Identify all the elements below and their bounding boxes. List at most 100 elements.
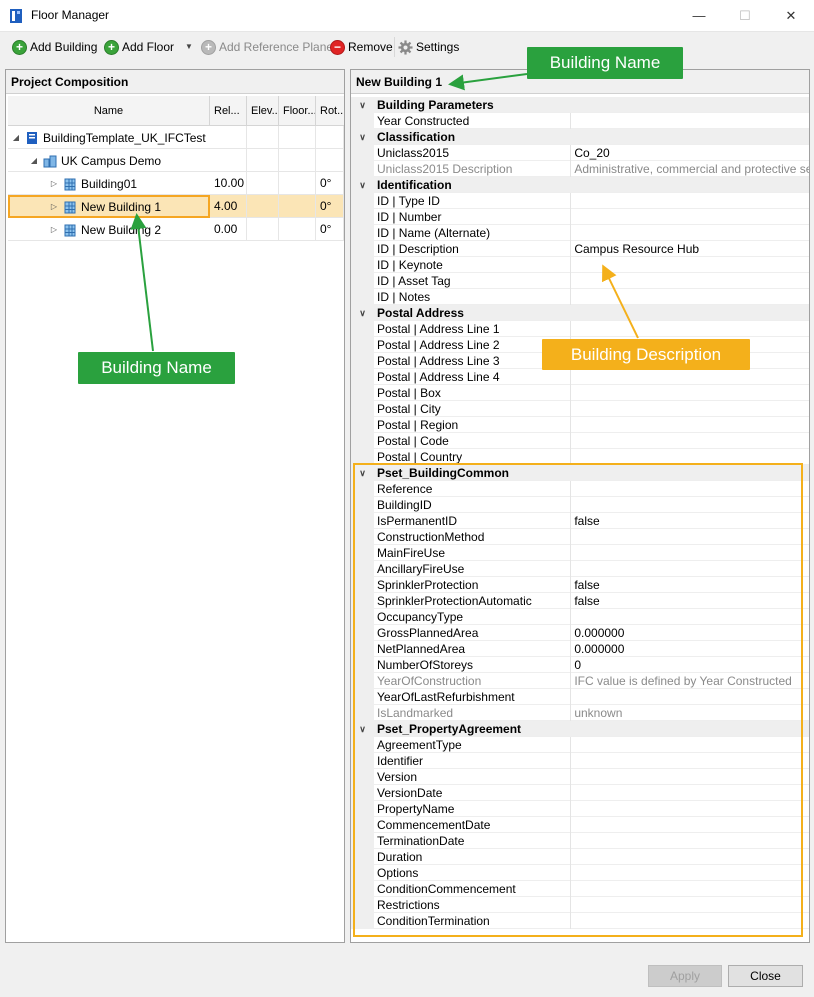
tree-cell-rot[interactable]: 0° (316, 218, 344, 241)
tree-name-cell[interactable]: ◢ UK Campus Demo (8, 149, 210, 172)
column-header-name[interactable]: Name (8, 96, 210, 126)
property-value[interactable]: Campus Resource Hub (570, 241, 809, 257)
site-icon (43, 155, 57, 167)
property-category[interactable]: ∨ Identification (351, 177, 809, 193)
close-button[interactable]: Close (728, 965, 803, 987)
column-header-elev[interactable]: Elev... (247, 96, 279, 126)
tree-cell-floor[interactable] (279, 218, 316, 241)
column-header-rel[interactable]: Rel... (210, 96, 247, 126)
tree-cell-rot[interactable]: 0° (316, 195, 344, 218)
tree-cell-floor[interactable] (279, 195, 316, 218)
tree-cell-floor[interactable] (279, 126, 316, 149)
category-label: Postal Address (377, 306, 464, 320)
settings-label: Settings (416, 40, 460, 54)
property-row[interactable]: Year Constructed (351, 113, 809, 129)
property-row[interactable]: Postal | Address Line 1 (351, 321, 809, 337)
property-value[interactable] (570, 321, 809, 337)
property-row[interactable]: ID | Asset Tag (351, 273, 809, 289)
tree-cell-rel[interactable] (210, 149, 247, 172)
tree-row[interactable]: ◢ UK Campus Demo (8, 149, 344, 172)
property-row[interactable]: ID | Type ID (351, 193, 809, 209)
tree-cell-rot[interactable]: 0° (316, 172, 344, 195)
property-value[interactable] (570, 401, 809, 417)
column-header-rot[interactable]: Rot... (316, 96, 344, 126)
property-row[interactable]: Uniclass2015 Co_20 (351, 145, 809, 161)
tree-cell-rot[interactable] (316, 126, 344, 149)
tree-cell-elev[interactable] (247, 172, 279, 195)
settings-button[interactable]: Settings (398, 37, 459, 57)
property-value[interactable] (570, 273, 809, 289)
property-row[interactable]: Postal | Address Line 4 (351, 369, 809, 385)
property-value[interactable] (570, 225, 809, 241)
tree-row[interactable]: ▷ New Building 1 4.00 0° (8, 195, 344, 218)
add-floor-dropdown-icon[interactable]: ▼ (185, 42, 193, 51)
property-label: ID | Keynote (377, 258, 443, 272)
property-category[interactable]: ∨ Postal Address (351, 305, 809, 321)
tree-cell-rel[interactable]: 10.00 (210, 172, 247, 195)
expand-arrow-icon[interactable]: ▷ (49, 179, 59, 188)
property-value[interactable] (570, 113, 809, 129)
tree-cell-floor[interactable] (279, 172, 316, 195)
apply-button[interactable]: Apply (648, 965, 722, 987)
property-row[interactable]: Postal | City (351, 401, 809, 417)
tree-row[interactable]: ◢ BuildingTemplate_UK_IFCTest (8, 126, 344, 149)
row-gutter (351, 241, 374, 257)
property-value[interactable]: Co_20 (570, 145, 809, 161)
tree-cell-elev[interactable] (247, 218, 279, 241)
collapse-chevron-icon[interactable]: ∨ (351, 97, 374, 113)
expand-arrow-icon[interactable]: ▷ (49, 202, 59, 211)
property-row[interactable]: ID | Number (351, 209, 809, 225)
property-row[interactable]: Postal | Box (351, 385, 809, 401)
collapse-arrow-icon[interactable]: ◢ (11, 133, 21, 142)
property-row[interactable]: ID | Description Campus Resource Hub (351, 241, 809, 257)
property-value[interactable] (570, 385, 809, 401)
property-row[interactable]: ID | Keynote (351, 257, 809, 273)
property-row[interactable]: Postal | Region (351, 417, 809, 433)
tree-cell-rel[interactable] (210, 126, 247, 149)
collapse-chevron-icon[interactable]: ∨ (351, 177, 374, 193)
property-category[interactable]: ∨ Classification (351, 129, 809, 145)
property-label: Postal | Region (377, 418, 459, 432)
row-gutter (351, 193, 374, 209)
tree-name-cell[interactable]: ▷ New Building 1 (8, 195, 210, 218)
tree-name-cell[interactable]: ▷ New Building 2 (8, 218, 210, 241)
property-row[interactable]: ID | Notes (351, 289, 809, 305)
expand-arrow-icon[interactable]: ▷ (49, 225, 59, 234)
property-value[interactable] (570, 369, 809, 385)
collapse-arrow-icon[interactable]: ◢ (29, 156, 39, 165)
tree-cell-rel[interactable]: 0.00 (210, 218, 247, 241)
add-reference-plane-button[interactable]: + Add Reference Plane (201, 37, 333, 57)
property-value[interactable] (570, 209, 809, 225)
tree-row[interactable]: ▷ New Building 2 0.00 0° (8, 218, 344, 241)
collapse-chevron-icon[interactable]: ∨ (351, 305, 374, 321)
close-window-button[interactable]: ✕ (768, 0, 814, 31)
property-value[interactable] (570, 257, 809, 273)
property-row[interactable]: Uniclass2015 Description Administrative,… (351, 161, 809, 177)
tree-cell-rot[interactable] (316, 149, 344, 172)
tree-cell-elev[interactable] (247, 126, 279, 149)
property-value[interactable] (570, 289, 809, 305)
tree-item-label: Building01 (81, 176, 138, 191)
tree-cell-rel[interactable]: 4.00 (210, 195, 247, 218)
minimize-button[interactable]: — (676, 0, 722, 31)
collapse-chevron-icon[interactable]: ∨ (351, 129, 374, 145)
tree-cell-floor[interactable] (279, 149, 316, 172)
property-value[interactable] (570, 433, 809, 449)
property-value[interactable] (570, 193, 809, 209)
column-header-floor[interactable]: Floor... (279, 96, 316, 126)
property-label: ID | Description (377, 242, 459, 256)
remove-button[interactable]: − Remove (330, 37, 393, 57)
property-label: Postal | Address Line 1 (377, 322, 500, 336)
maximize-button[interactable]: ☐ (722, 0, 768, 31)
property-row[interactable]: Postal | Code (351, 433, 809, 449)
tree-row[interactable]: ▷ Building01 10.00 0° (8, 172, 344, 195)
add-floor-button[interactable]: + Add Floor (104, 37, 174, 57)
tree-name-cell[interactable]: ▷ Building01 (8, 172, 210, 195)
property-value[interactable] (570, 417, 809, 433)
tree-cell-elev[interactable] (247, 195, 279, 218)
tree-name-cell[interactable]: ◢ BuildingTemplate_UK_IFCTest (8, 126, 210, 149)
property-row[interactable]: ID | Name (Alternate) (351, 225, 809, 241)
add-building-button[interactable]: + Add Building (12, 37, 97, 57)
tree-cell-elev[interactable] (247, 149, 279, 172)
property-category[interactable]: ∨ Building Parameters (351, 97, 809, 113)
